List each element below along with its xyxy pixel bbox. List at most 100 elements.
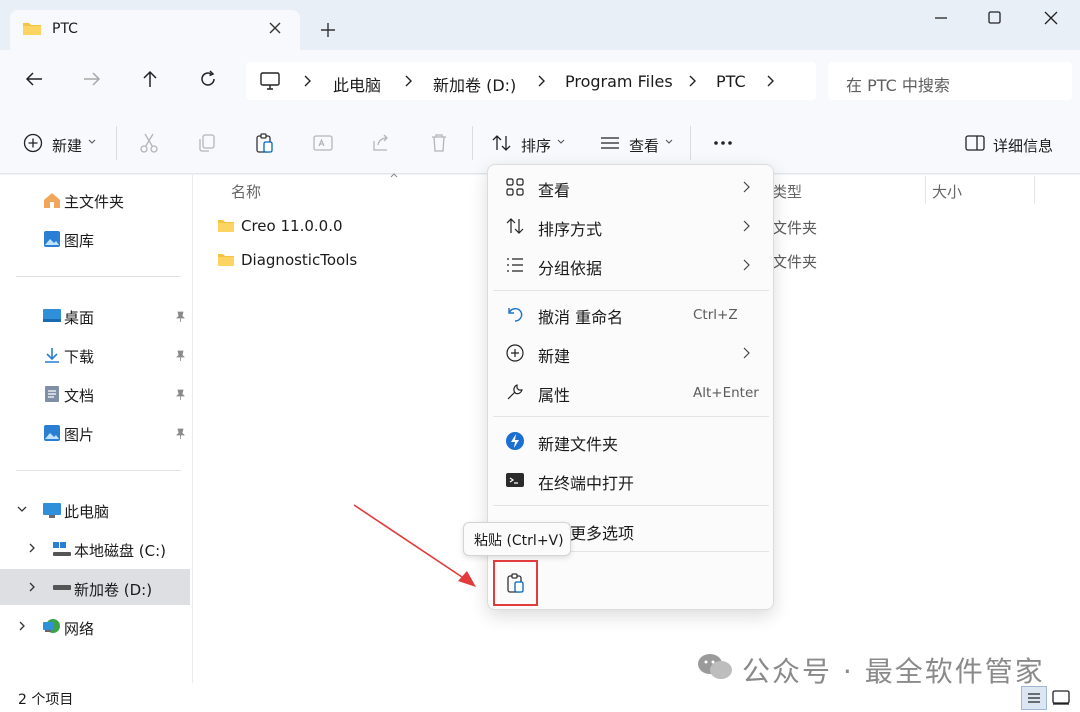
file-name: DiagnosticTools bbox=[241, 251, 358, 269]
forward-icon[interactable] bbox=[81, 68, 103, 90]
paste-icon[interactable] bbox=[254, 132, 276, 154]
chevron-right-icon[interactable] bbox=[764, 74, 776, 88]
sidebar-label-gallery: 图库 bbox=[64, 232, 95, 250]
sidebar-label-home: 主文件夹 bbox=[64, 193, 125, 211]
breadcrumb-program-files[interactable]: Program Files bbox=[565, 72, 673, 91]
sidebar-item-pictures[interactable] bbox=[0, 415, 190, 451]
menu-item-open-terminal[interactable]: 在终端中打开 bbox=[538, 470, 634, 494]
sidebar-item-downloads[interactable] bbox=[0, 337, 190, 373]
column-header-name[interactable]: 名称 bbox=[231, 181, 261, 202]
menu-separator bbox=[493, 505, 769, 506]
column-separator[interactable] bbox=[925, 176, 926, 204]
sort-icon bbox=[505, 216, 525, 236]
search-placeholder: 在 PTC 中搜索 bbox=[846, 76, 950, 95]
chevron-down-icon[interactable] bbox=[16, 504, 28, 514]
toolbar-divider bbox=[690, 126, 691, 160]
sidebar-item-network[interactable] bbox=[0, 609, 190, 645]
folder-icon bbox=[217, 252, 235, 267]
sort-button[interactable]: 排序 bbox=[521, 135, 551, 156]
sidebar-label-documents: 文档 bbox=[64, 387, 95, 405]
new-folder-icon bbox=[505, 431, 525, 451]
gallery-icon bbox=[42, 229, 62, 249]
sort-ascending-icon bbox=[389, 171, 399, 179]
sidebar-label-downloads: 下载 bbox=[64, 348, 95, 366]
document-icon bbox=[42, 384, 62, 404]
chevron-right-icon[interactable] bbox=[535, 74, 547, 88]
chevron-right-icon bbox=[741, 180, 751, 194]
sidebar-label-drive-c: 本地磁盘 (C:) bbox=[74, 542, 166, 560]
maximize-icon[interactable] bbox=[982, 8, 1006, 28]
item-count: 2 个项目 bbox=[18, 692, 74, 708]
chevron-right-icon[interactable] bbox=[17, 620, 27, 632]
file-name: Creo 11.0.0.0 bbox=[241, 217, 343, 235]
more-options-icon[interactable] bbox=[712, 132, 734, 154]
view-button[interactable]: 查看 bbox=[629, 135, 659, 156]
tiles-view-toggle[interactable] bbox=[1050, 688, 1072, 708]
minimize-icon[interactable] bbox=[929, 8, 953, 28]
details-pane-icon[interactable] bbox=[964, 132, 986, 154]
view-lines-icon[interactable] bbox=[599, 132, 621, 154]
share-icon[interactable] bbox=[370, 132, 392, 154]
sidebar-item-gallery[interactable] bbox=[0, 221, 190, 257]
chevron-down-icon[interactable] bbox=[556, 138, 566, 146]
column-header-type[interactable]: 类型 bbox=[772, 181, 802, 202]
sort-icon[interactable] bbox=[491, 132, 513, 154]
breadcrumb-this-pc[interactable]: 此电脑 bbox=[333, 72, 381, 96]
menu-item-group-by[interactable]: 分组依据 bbox=[538, 255, 602, 279]
menu-separator bbox=[493, 416, 769, 417]
breadcrumb-ptc[interactable]: PTC bbox=[716, 72, 746, 91]
drive-icon bbox=[52, 584, 72, 592]
shortcut-properties: Alt+Enter bbox=[693, 385, 759, 401]
pin-icon[interactable] bbox=[174, 311, 186, 323]
chevron-right-icon bbox=[741, 258, 751, 272]
home-icon bbox=[42, 190, 62, 210]
close-window-icon[interactable] bbox=[1039, 8, 1063, 28]
pin-icon[interactable] bbox=[174, 428, 186, 440]
plus-circle-icon bbox=[505, 343, 525, 363]
sidebar-divider bbox=[16, 276, 181, 277]
wrench-icon bbox=[505, 382, 525, 402]
breadcrumb-drive-d[interactable]: 新加卷 (D:) bbox=[433, 72, 516, 96]
chevron-right-icon[interactable] bbox=[27, 581, 37, 593]
sidebar-label-pictures: 图片 bbox=[64, 426, 95, 444]
menu-item-properties[interactable]: 属性 bbox=[538, 382, 570, 406]
new-button[interactable]: 新建 bbox=[52, 135, 82, 156]
file-type: 文件夹 bbox=[772, 253, 818, 271]
rename-icon[interactable] bbox=[312, 132, 334, 154]
chevron-down-icon[interactable] bbox=[87, 138, 97, 146]
system-drive-icon bbox=[52, 541, 72, 557]
chevron-right-icon[interactable] bbox=[27, 542, 37, 554]
pin-icon[interactable] bbox=[174, 389, 186, 401]
new-tab-icon[interactable] bbox=[318, 20, 338, 40]
copy-icon[interactable] bbox=[196, 132, 218, 154]
close-tab-icon[interactable] bbox=[266, 19, 284, 37]
chevron-right-icon bbox=[741, 219, 751, 233]
delete-icon[interactable] bbox=[428, 132, 450, 154]
pin-icon[interactable] bbox=[174, 350, 186, 362]
menu-item-new[interactable]: 新建 bbox=[538, 343, 570, 367]
menu-item-undo-rename[interactable]: 撤消 重命名 bbox=[538, 304, 623, 328]
refresh-icon[interactable] bbox=[197, 68, 219, 90]
sidebar-item-desktop[interactable] bbox=[0, 298, 190, 334]
menu-item-view[interactable]: 查看 bbox=[538, 177, 570, 201]
sidebar-item-documents[interactable] bbox=[0, 376, 190, 412]
back-icon[interactable] bbox=[23, 68, 45, 90]
chevron-right-icon bbox=[741, 346, 751, 360]
chevron-down-icon[interactable] bbox=[664, 138, 674, 146]
cut-icon[interactable] bbox=[138, 132, 160, 154]
details-button[interactable]: 详细信息 bbox=[993, 135, 1053, 156]
chevron-right-icon[interactable] bbox=[402, 74, 414, 88]
menu-item-new-folder[interactable]: 新建文件夹 bbox=[538, 431, 618, 455]
download-icon bbox=[42, 346, 62, 364]
highlight-box bbox=[493, 560, 538, 606]
up-icon[interactable] bbox=[139, 68, 161, 90]
menu-item-sort-by[interactable]: 排序方式 bbox=[538, 216, 602, 240]
column-header-size[interactable]: 大小 bbox=[932, 181, 962, 202]
chevron-right-icon[interactable] bbox=[301, 74, 313, 88]
column-separator[interactable] bbox=[1034, 176, 1035, 204]
terminal-icon bbox=[505, 470, 525, 490]
plus-circle-icon[interactable] bbox=[22, 132, 44, 154]
chevron-right-icon[interactable] bbox=[686, 74, 698, 88]
computer-icon bbox=[42, 501, 62, 519]
sidebar-label-network: 网络 bbox=[64, 620, 95, 638]
